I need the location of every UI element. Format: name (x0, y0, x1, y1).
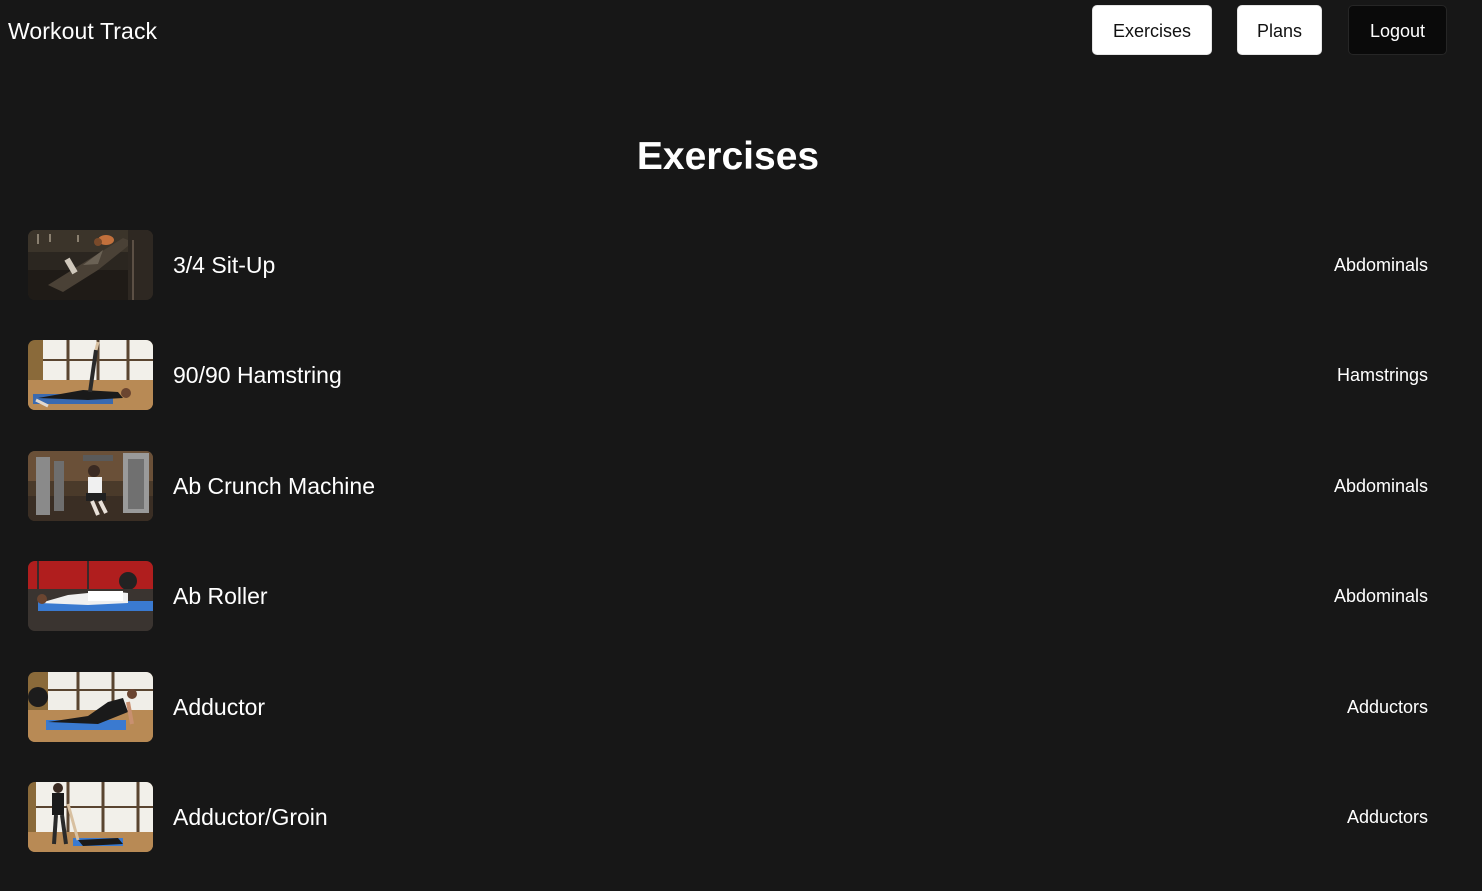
exercise-muscle-group: Adductors (1346, 806, 1428, 827)
exercise-thumbnail (28, 230, 153, 300)
exercise-thumbnail (28, 450, 153, 521)
exercise-name: Ab Crunch Machine (173, 472, 375, 499)
page-title: Exercises (636, 135, 820, 178)
top-navbar: Workout Track Exercises Plans Logout (0, 0, 1482, 62)
exercise-thumbnail (28, 781, 153, 852)
exercise-name: Adductor/Groin (173, 803, 328, 830)
plans-nav-button[interactable]: Plans (1237, 5, 1322, 55)
exercise-name: Ab Roller (173, 583, 268, 610)
exercise-item[interactable]: Ab Crunch Machine Abdominals (28, 450, 1428, 522)
exercise-list: 3/4 Sit-Up Abdominals 90/90 Hamstring Ha… (28, 229, 1428, 891)
logout-button[interactable]: Logout (1348, 5, 1447, 55)
exercise-item[interactable]: Ab Roller Abdominals (28, 560, 1428, 632)
exercise-item[interactable]: Adductor/Groin Adductors (28, 781, 1428, 853)
exercise-thumbnail (28, 561, 153, 632)
exercise-item[interactable]: 3/4 Sit-Up Abdominals (28, 229, 1428, 301)
exercise-name: 90/90 Hamstring (173, 362, 342, 389)
exercise-name: 3/4 Sit-Up (173, 252, 276, 278)
exercise-muscle-group: Hamstrings (1336, 365, 1428, 386)
exercise-item[interactable]: 90/90 Hamstring Hamstrings (28, 339, 1428, 411)
exercise-muscle-group: Adductors (1346, 696, 1428, 717)
exercises-nav-button[interactable]: Exercises (1092, 5, 1212, 55)
exercise-thumbnail (28, 340, 153, 411)
exercise-thumbnail (28, 671, 153, 742)
exercise-muscle-group: Abdominals (1333, 475, 1428, 496)
brand-title[interactable]: Workout Track (8, 17, 157, 45)
exercise-muscle-group: Abdominals (1333, 586, 1428, 607)
exercise-muscle-group: Abdominals (1333, 255, 1428, 275)
exercise-item[interactable]: Adductor Adductors (28, 671, 1428, 743)
exercise-name: Adductor (173, 693, 266, 720)
